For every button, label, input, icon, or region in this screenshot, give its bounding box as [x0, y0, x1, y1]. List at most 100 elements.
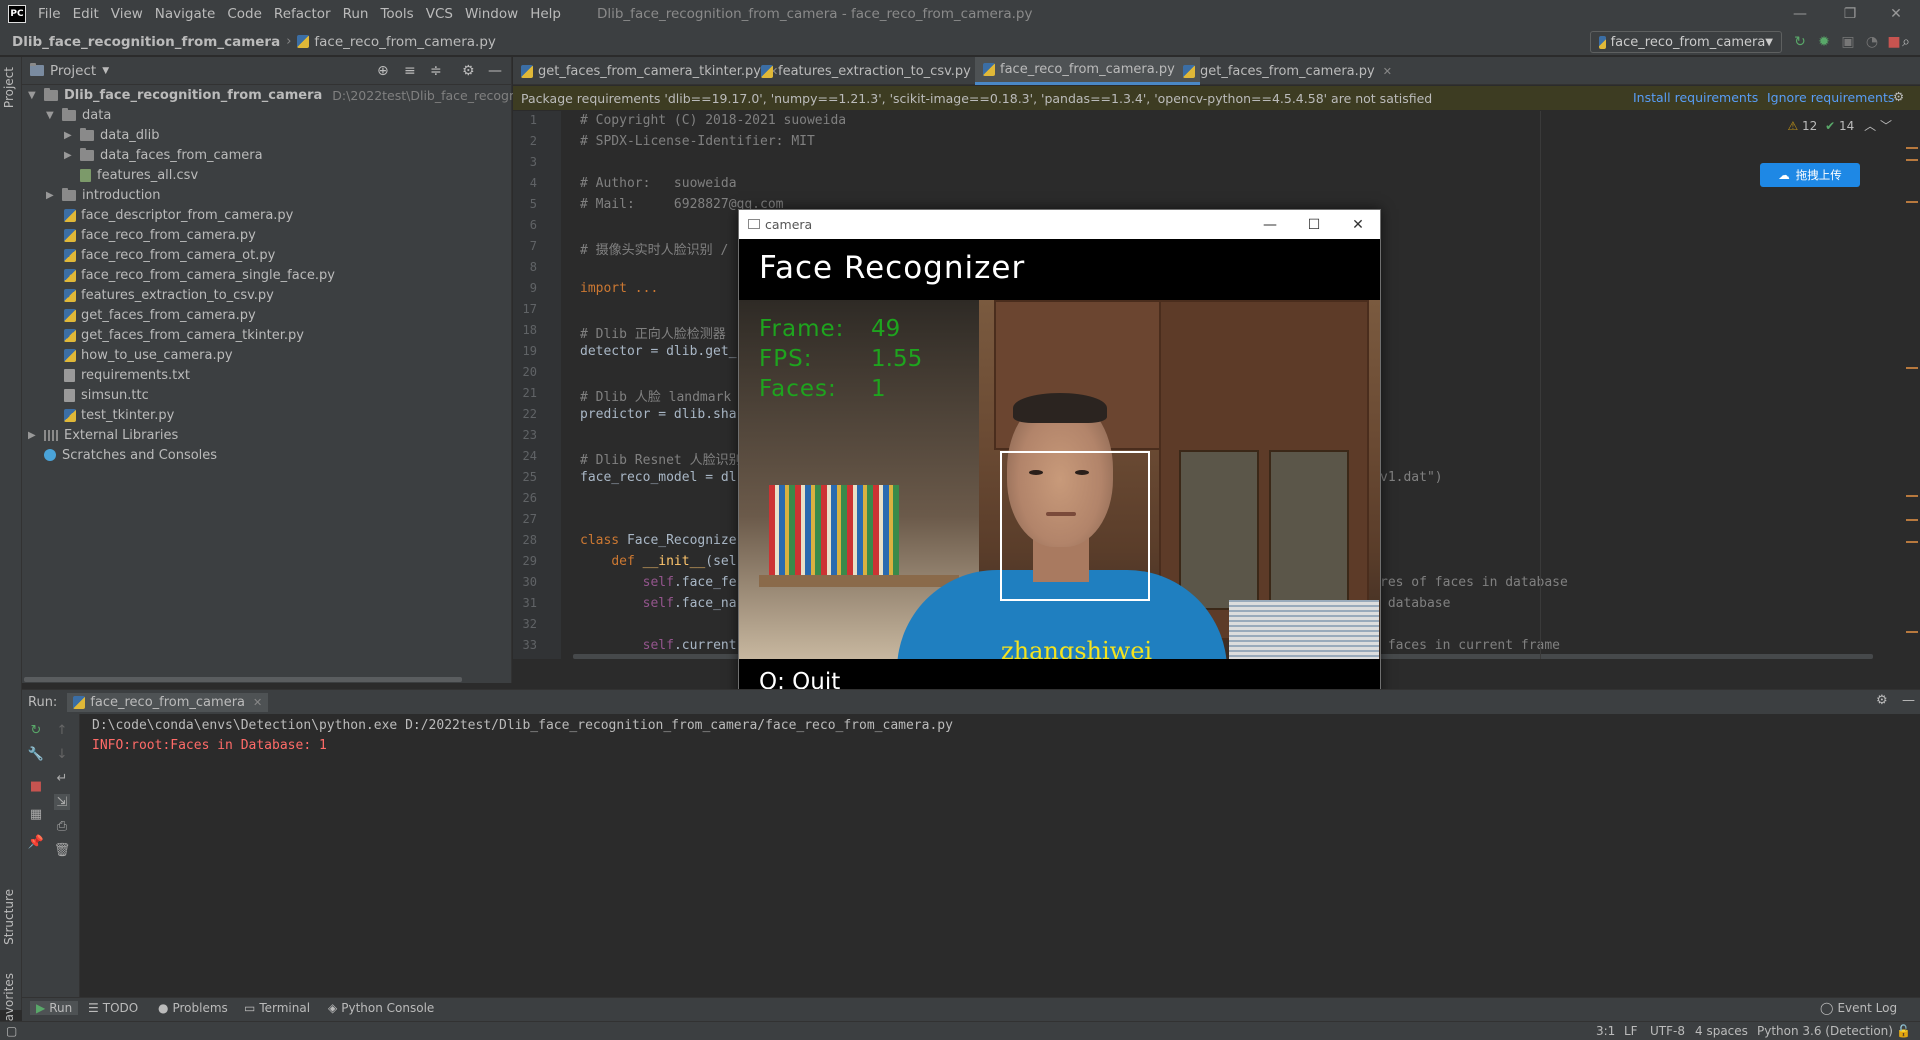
tree-item-file[interactable]: get_faces_from_camera_tkinter.py: [64, 325, 304, 345]
arrow-down-icon[interactable]: ↓: [54, 746, 70, 762]
scroll-marker[interactable]: [1906, 367, 1918, 369]
tree-item-introduction[interactable]: ▶ introduction: [46, 185, 161, 205]
tree-item-file[interactable]: face_descriptor_from_camera.py: [64, 205, 293, 225]
python-interpreter[interactable]: Python 3.6 (Detection): [1757, 1024, 1893, 1038]
expand-all-icon[interactable]: ≡: [404, 63, 416, 79]
scroll-marker[interactable]: [1906, 495, 1918, 497]
menu-edit[interactable]: Edit: [67, 6, 105, 22]
baidu-upload-button[interactable]: ☁ 拖拽上传: [1760, 163, 1860, 187]
close-window-button[interactable]: ✕: [1874, 0, 1918, 28]
menu-vcs[interactable]: VCS: [420, 6, 459, 22]
chevron-down-icon[interactable]: ﹀: [1880, 119, 1892, 133]
tree-item-data-faces[interactable]: ▶ data_faces_from_camera: [64, 145, 263, 165]
bottom-tab-terminal[interactable]: ▭ Terminal: [244, 1001, 310, 1015]
lock-icon[interactable]: 🔓: [1896, 1024, 1911, 1038]
tree-item-file[interactable]: simsun.ttc: [64, 385, 149, 405]
gear-icon[interactable]: ⚙: [1893, 89, 1904, 104]
structure-tool-tab[interactable]: Structure: [2, 889, 16, 945]
gear-icon[interactable]: ⚙: [1876, 693, 1888, 708]
tree-item-external-libraries[interactable]: ▶ External Libraries: [28, 425, 178, 445]
layout-icon[interactable]: ▦: [28, 806, 44, 822]
rerun-icon[interactable]: ↻: [1792, 34, 1808, 50]
install-requirements-link[interactable]: Install requirements: [1633, 90, 1758, 105]
tree-item-file[interactable]: how_to_use_camera.py: [64, 345, 233, 365]
tab-get-faces-tkinter[interactable]: get_faces_from_camera_tkinter.py ✕: [513, 57, 786, 85]
search-icon[interactable]: ⌕: [1898, 34, 1914, 50]
scroll-marker[interactable]: [1906, 541, 1918, 543]
tree-item-file[interactable]: requirements.txt: [64, 365, 190, 385]
scroll-marker[interactable]: [1906, 519, 1918, 521]
tree-item-file[interactable]: face_reco_from_camera.py: [64, 225, 256, 245]
close-tab-icon[interactable]: ✕: [253, 696, 262, 709]
close-tab-icon[interactable]: ✕: [1383, 65, 1392, 78]
scroll-marker[interactable]: [1906, 201, 1918, 203]
scroll-to-end-icon[interactable]: ⇲: [54, 794, 70, 810]
camera-window-titlebar[interactable]: camera — ☐ ✕: [739, 210, 1380, 239]
hide-panel-icon[interactable]: —: [488, 63, 502, 79]
breadcrumb-file[interactable]: face_reco_from_camera.py: [314, 34, 496, 50]
locate-icon[interactable]: ⊕: [377, 63, 389, 79]
trash-icon[interactable]: 🗑: [54, 842, 71, 858]
run-tab[interactable]: face_reco_from_camera ✕: [67, 692, 269, 712]
favorites-tool-tab[interactable]: Favorites: [2, 973, 16, 1027]
arrow-up-icon[interactable]: ↑: [54, 722, 70, 738]
tree-item-file[interactable]: face_reco_from_camera_ot.py: [64, 245, 275, 265]
tree-item-data-dlib[interactable]: ▶ data_dlib: [64, 125, 160, 145]
collapse-all-icon[interactable]: ≑: [430, 63, 442, 79]
tree-item-file[interactable]: test_tkinter.py: [64, 405, 174, 425]
tree-item-file[interactable]: features_extraction_to_csv.py: [64, 285, 274, 305]
tree-item-features-csv[interactable]: features_all.csv: [80, 165, 198, 185]
chevron-up-icon[interactable]: ︿: [1864, 119, 1876, 133]
tree-item-data[interactable]: ▼ data: [46, 105, 111, 125]
event-log-button[interactable]: ◯ Event Log: [1820, 1001, 1897, 1015]
maximize-button[interactable]: ☐: [1292, 210, 1336, 239]
pin-icon[interactable]: 📌: [28, 834, 44, 850]
chevron-down-icon[interactable]: ▼: [102, 66, 109, 76]
caret-position[interactable]: 3:1: [1596, 1024, 1615, 1038]
debug-icon[interactable]: ✹: [1816, 34, 1832, 50]
menu-refactor[interactable]: Refactor: [268, 6, 337, 22]
restore-button[interactable]: ❐: [1828, 0, 1872, 28]
horizontal-scrollbar[interactable]: [24, 677, 462, 682]
menu-window[interactable]: Window: [459, 6, 524, 22]
minimize-button[interactable]: —: [1248, 210, 1292, 239]
menu-code[interactable]: Code: [221, 6, 268, 22]
stop-icon[interactable]: ■: [28, 778, 44, 794]
indent-setting[interactable]: 4 spaces: [1695, 1024, 1748, 1038]
bottom-tab-problems[interactable]: ● Problems: [158, 1001, 228, 1015]
hide-panel-icon[interactable]: —: [1902, 693, 1915, 708]
scroll-marker[interactable]: [1906, 147, 1918, 149]
file-encoding[interactable]: UTF-8: [1650, 1024, 1685, 1038]
bottom-tab-run[interactable]: ▶ Run: [30, 1001, 79, 1015]
wrench-icon[interactable]: 🔧: [28, 746, 44, 762]
scroll-marker[interactable]: [1906, 631, 1918, 633]
menu-file[interactable]: File: [32, 6, 67, 22]
tab-features-extraction[interactable]: features_extraction_to_csv.py ✕: [753, 57, 996, 85]
menu-tools[interactable]: Tools: [374, 6, 419, 22]
close-window-button[interactable]: ✕: [1336, 210, 1380, 239]
print-icon[interactable]: ⎙: [54, 818, 70, 834]
line-separator[interactable]: LF: [1624, 1024, 1638, 1038]
menu-run[interactable]: Run: [337, 6, 375, 22]
tree-item-file[interactable]: face_reco_from_camera_single_face.py: [64, 265, 335, 285]
menu-navigate[interactable]: Navigate: [149, 6, 222, 22]
project-tool-tab[interactable]: Project: [2, 67, 16, 108]
breadcrumb-project[interactable]: Dlib_face_recognition_from_camera: [12, 34, 280, 50]
tree-item-file[interactable]: get_faces_from_camera.py: [64, 305, 256, 325]
bottom-tab-python-console[interactable]: ◈ Python Console: [328, 1001, 434, 1015]
scroll-marker[interactable]: [1906, 159, 1918, 161]
toggle-tool-windows-icon[interactable]: ▢: [6, 1024, 17, 1038]
menu-help[interactable]: Help: [524, 6, 567, 22]
run-configuration-select[interactable]: face_reco_from_camera ▼: [1590, 31, 1782, 53]
tab-face-reco[interactable]: face_reco_from_camera.py ✕: [975, 57, 1200, 85]
minimize-button[interactable]: —: [1778, 0, 1822, 28]
gear-icon[interactable]: ⚙: [462, 63, 475, 79]
ignore-requirements-link[interactable]: Ignore requirements: [1767, 90, 1894, 105]
bottom-tab-todo[interactable]: ☰ TODO: [88, 1001, 138, 1015]
rerun-icon[interactable]: ↻: [28, 722, 44, 738]
tree-root[interactable]: ▼ Dlib_face_recognition_from_camera D:\2…: [28, 85, 575, 105]
camera-window[interactable]: camera — ☐ ✕ Face Recognizer Frame: 49 F…: [738, 209, 1381, 720]
coverage-icon[interactable]: ▣: [1840, 34, 1856, 50]
profile-icon[interactable]: ◔: [1864, 34, 1880, 50]
tab-get-faces[interactable]: get_faces_from_camera.py ✕: [1175, 57, 1400, 85]
